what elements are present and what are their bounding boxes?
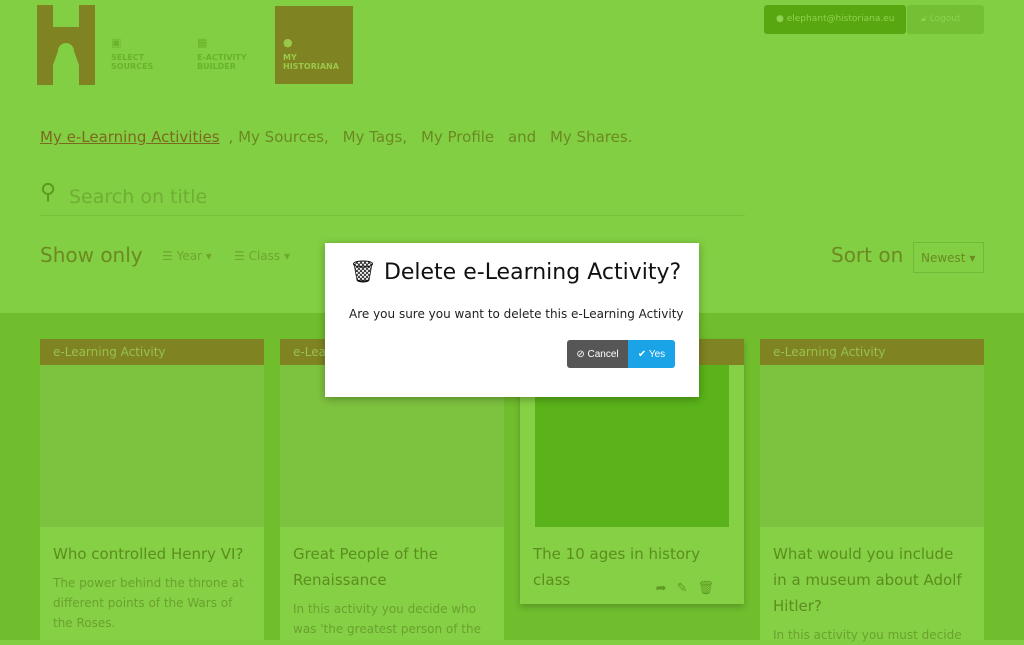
dialog-message: Are you sure you want to delete this e-L…: [349, 307, 684, 321]
link-my-profile[interactable]: My Profile: [421, 128, 494, 146]
user-icon: ●: [283, 36, 293, 49]
class-filter[interactable]: ☰ Class ▾: [234, 249, 290, 263]
show-only-label: Show only: [40, 243, 143, 267]
activity-card[interactable]: e-Learning Activity What would you inclu…: [760, 339, 984, 642]
link-my-activities[interactable]: My e-Learning Activities: [40, 128, 220, 146]
card-actions: ➦✎🗑︎: [656, 581, 724, 596]
card-title[interactable]: Who controlled Henry VI?: [40, 527, 264, 567]
link-my-sources[interactable]: My Sources,: [238, 128, 329, 146]
card-title[interactable]: What would you include in a museum about…: [760, 527, 984, 619]
search-icon: ⚲: [40, 180, 57, 205]
link-my-shares[interactable]: My Shares.: [550, 128, 632, 146]
card-description: The power behind the throne at different…: [53, 576, 244, 630]
link-my-tags[interactable]: My Tags,: [343, 128, 408, 146]
nav-select-sources[interactable]: ▣ SELECT SOURCES: [103, 6, 181, 84]
delete-dialog: 🗑︎ Delete e-Learning Activity? Are you s…: [325, 243, 699, 397]
unlock-icon: 🔓︎: [921, 14, 927, 24]
nav-my-historiana[interactable]: ● MY HISTORIANA: [275, 6, 353, 84]
historiana-logo[interactable]: [37, 5, 95, 85]
sort-on-label: Sort on: [831, 243, 904, 267]
nav-e-activity-builder[interactable]: ▦ E-ACTIVITY BUILDER: [189, 6, 267, 84]
share-icon[interactable]: ➦: [656, 581, 677, 596]
card-description: In this activity you decide who was 'the…: [293, 602, 481, 636]
and-text: and: [507, 128, 537, 146]
card-image: [760, 365, 984, 527]
trash-icon[interactable]: 🗑︎: [697, 581, 724, 596]
search-input[interactable]: ⚲ Search on title: [40, 180, 745, 216]
check-icon: ✔: [637, 348, 647, 360]
sort-select[interactable]: Newest ▾: [913, 242, 984, 273]
image-icon: ▣: [111, 36, 122, 49]
activity-card[interactable]: e-Learning Activity Who controlled Henry…: [40, 339, 264, 640]
dialog-title: 🗑︎ Delete e-Learning Activity?: [349, 260, 682, 285]
logout-button[interactable]: 🔓︎ Logout: [907, 5, 984, 34]
card-header: e-Learning Activity: [40, 339, 264, 365]
ban-icon: ⊘: [576, 348, 585, 360]
card-image: [40, 365, 264, 527]
user-account-button[interactable]: ● elephant@historiana.eu: [764, 5, 906, 34]
card-header: e-Learning Activity: [760, 339, 984, 365]
card-description: In this activity you must decide: [773, 628, 962, 642]
section-links: My e-Learning Activities, My Sources, My…: [40, 128, 633, 146]
card-title[interactable]: Great People of the Renaissance: [280, 527, 504, 593]
yes-button[interactable]: ✔ Yes: [628, 340, 675, 368]
grid-icon: ▦: [197, 36, 208, 49]
edit-icon[interactable]: ✎: [677, 581, 698, 596]
year-filter[interactable]: ☰ Year ▾: [162, 249, 212, 263]
cancel-button[interactable]: ⊘ Cancel: [567, 340, 628, 368]
trash-icon: 🗑︎: [349, 260, 377, 285]
user-icon: ●: [776, 14, 784, 24]
